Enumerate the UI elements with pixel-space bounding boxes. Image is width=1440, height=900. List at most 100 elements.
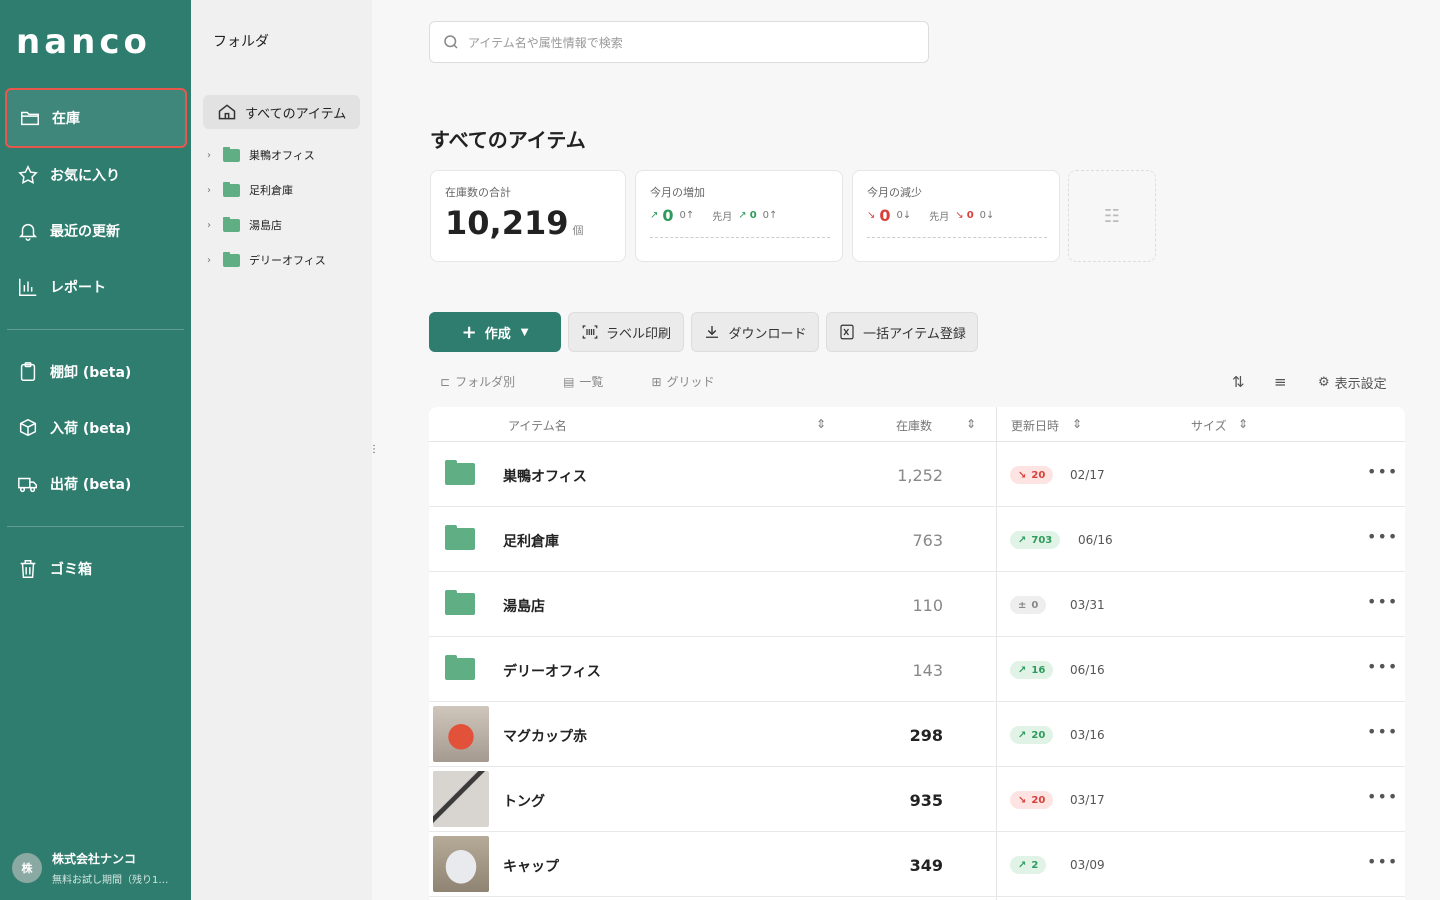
table-row[interactable]: 巣鴨オフィス 1,252 ↘ 20 02/17 ••• (429, 442, 1405, 507)
view-list-tab[interactable]: ▤ 一覧 (563, 373, 627, 390)
col-header-size[interactable]: サイズ (1191, 417, 1227, 434)
nav-stocktake[interactable]: 棚卸 (beta) (5, 342, 187, 402)
tree-folder[interactable]: › 足利倉庫 (207, 180, 293, 200)
chevron-right-icon[interactable]: › (207, 255, 223, 266)
items-table: アイテム名 ⇕ 在庫数 ⇕ 更新日時 ⇕ サイズ ⇕ 巣鴨オフィス 1,252 ↘ 2… (429, 407, 1405, 900)
more-actions-icon[interactable]: ••• (1367, 852, 1398, 871)
sort-toggle-icon[interactable]: ⇕ (966, 417, 976, 431)
account-plan: 無料お試し期間（残り1… (52, 875, 169, 886)
view-folder-tab[interactable]: ⊏ フォルダ別 (440, 373, 539, 390)
more-actions-icon[interactable]: ••• (1367, 787, 1398, 806)
nanco-logo[interactable]: nanco (16, 22, 151, 62)
table-row[interactable]: デリーオフィス 143 ↗ 16 06/16 ••• (429, 637, 1405, 702)
decrease-value: 0 (879, 206, 891, 225)
more-actions-icon[interactable]: ••• (1367, 722, 1398, 741)
arrow-up-icon: ↑ (769, 210, 778, 221)
search-icon (444, 35, 458, 49)
create-button[interactable]: + 作成 ▼ (429, 312, 561, 352)
download-button[interactable]: ダウンロード (691, 312, 819, 352)
more-actions-icon[interactable]: ••• (1367, 657, 1398, 676)
tree-folder[interactable]: › 湯島店 (207, 215, 282, 235)
tree-folder[interactable]: › デリーオフィス (207, 250, 326, 270)
view-grid-tab[interactable]: ⊞ グリッド (651, 373, 738, 390)
card-label: 今月の増加 (650, 186, 705, 199)
nav-recent-updates[interactable]: 最近の更新 (5, 201, 187, 261)
item-name[interactable]: トング (503, 791, 545, 811)
more-actions-icon[interactable]: ••• (1367, 592, 1398, 611)
bulk-register-button[interactable]: 一括アイテム登録 (826, 312, 978, 352)
unit-label: 個 (572, 224, 584, 237)
chevron-right-icon[interactable]: › (207, 185, 223, 196)
nav-receiving[interactable]: 入荷 (beta) (5, 398, 187, 458)
home-icon (218, 104, 236, 120)
item-name[interactable]: 足利倉庫 (503, 531, 559, 551)
updated-date: 06/16 (1070, 663, 1105, 677)
item-quantity: 110 (912, 596, 943, 615)
delta-badge: ↘ 20 (1010, 791, 1054, 809)
account-menu[interactable]: 株 株式会社ナンコ 無料お試し期間（残り1… (12, 850, 178, 886)
customize-cards-button[interactable]: ☷ (1068, 170, 1156, 262)
sparkline-placeholder (867, 237, 1047, 238)
more-actions-icon[interactable]: ••• (1367, 527, 1398, 546)
prev-decrease-value: 0 (966, 210, 974, 221)
item-thumbnail (433, 771, 489, 827)
item-quantity: 1,252 (897, 466, 943, 485)
sort-toggle-icon[interactable]: ⇕ (816, 417, 826, 431)
table-row[interactable]: キャップ 349 ↗ 2 03/09 ••• (429, 832, 1405, 897)
delta-badge: ↘ 20 (1010, 466, 1054, 484)
arrow-up-icon: ↑ (685, 210, 695, 221)
chevron-right-icon[interactable]: › (207, 220, 223, 231)
label-print-button[interactable]: ラベル印刷 (568, 312, 684, 352)
item-quantity: 349 (909, 856, 943, 875)
sort-toggle-icon[interactable]: ⇕ (1072, 417, 1082, 431)
star-icon (16, 163, 40, 187)
all-items-link[interactable]: すべてのアイテム (203, 95, 360, 129)
nav-shipping[interactable]: 出荷 (beta) (5, 454, 187, 514)
more-actions-icon[interactable]: ••• (1367, 462, 1398, 481)
card-label: 今月の減少 (867, 186, 922, 199)
tree-folder[interactable]: › 巣鴨オフィス (207, 145, 315, 165)
table-row[interactable]: 足利倉庫 763 ↗ 703 06/16 ••• (429, 507, 1405, 572)
item-name[interactable]: キャップ (503, 856, 559, 876)
table-row[interactable]: マグカップ赤 298 ↗ 20 03/16 ••• (429, 702, 1405, 767)
display-settings-button[interactable]: ⚙ 表示設定 (1318, 373, 1387, 392)
item-name[interactable]: 巣鴨オフィス (503, 466, 587, 486)
trend-up-icon: ↗ (1018, 729, 1027, 741)
plus-icon: + (461, 321, 477, 343)
trend-up-icon: ↗ (1018, 534, 1027, 546)
item-name[interactable]: マグカップ赤 (503, 726, 587, 746)
trend-down-icon: ↘ (1018, 794, 1027, 806)
nav-inventory[interactable]: 在庫 (5, 88, 187, 148)
sort-toggle-icon[interactable]: ⇕ (1238, 417, 1248, 431)
item-name[interactable]: 湯島店 (503, 596, 545, 616)
delta-badge: ↗ 16 (1010, 661, 1054, 679)
nav-label: 棚卸 (beta) (50, 365, 132, 381)
sort-button[interactable]: ⇅ (1232, 373, 1245, 391)
search-input[interactable]: アイテム名や属性情報で検索 (429, 21, 929, 63)
arrow-down-icon: ↓ (986, 210, 995, 221)
chevron-right-icon[interactable]: › (207, 150, 223, 161)
divider (7, 526, 184, 527)
col-header-name[interactable]: アイテム名 (508, 417, 567, 434)
nav-favorites[interactable]: お気に入り (5, 145, 187, 205)
col-header-qty[interactable]: 在庫数 (896, 417, 932, 434)
clipboard-icon (16, 360, 40, 384)
delta-value: 703 (1031, 534, 1053, 546)
total-stock-value: 10,219 個 (445, 204, 611, 242)
nav-label: 入荷 (beta) (50, 421, 132, 437)
grid-icon: ⊞ (651, 374, 662, 389)
panel-resize-handle[interactable]: ⋮ (369, 444, 379, 455)
all-items-label: すべてのアイテム (245, 106, 347, 122)
filter-button[interactable]: ≡ (1274, 373, 1287, 391)
col-header-updated[interactable]: 更新日時 (1011, 417, 1059, 434)
nav-reports[interactable]: レポート (5, 257, 187, 317)
nav-trash[interactable]: ゴミ箱 (5, 539, 187, 599)
item-name[interactable]: デリーオフィス (503, 661, 601, 681)
gear-icon: ⚙ (1318, 375, 1330, 390)
table-row[interactable]: トング 935 ↘ 20 03/17 ••• (429, 767, 1405, 832)
nav-label: 最近の更新 (50, 224, 120, 240)
table-row[interactable]: 湯島店 110 ±0 03/31 ••• (429, 572, 1405, 637)
trend-neutral-icon: ± (1018, 599, 1027, 611)
account-name: 株式会社ナンコ (52, 852, 137, 866)
trend-up-icon: ↗ (1018, 664, 1027, 676)
